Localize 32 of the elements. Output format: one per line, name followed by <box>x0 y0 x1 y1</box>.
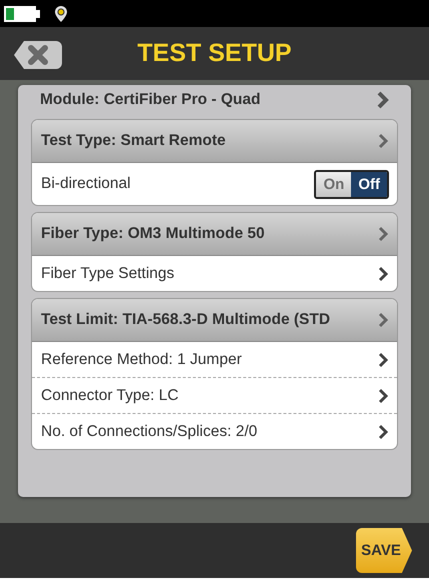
chevron-icon <box>377 388 389 404</box>
setting-row[interactable]: Reference Method: 1 Jumper <box>32 342 397 377</box>
setting-label: No. of Connections/Splices: 2/0 <box>41 422 258 440</box>
chevron-icon <box>377 226 389 242</box>
group-title: Fiber Type: OM3 Multimode 50 <box>41 225 265 243</box>
save-button[interactable]: SAVE <box>356 528 412 573</box>
setting-label: Bi-directional <box>41 175 131 193</box>
group-header[interactable]: Fiber Type: OM3 Multimode 50 <box>32 213 397 256</box>
module-row[interactable]: Module: CertiFiber Pro - Quad <box>31 85 398 115</box>
module-label: Module: CertiFiber Pro - Quad <box>40 91 260 109</box>
setting-row[interactable]: Fiber Type Settings <box>32 256 397 291</box>
group-title: Test Limit: TIA-568.3-D Multimode (STD <box>41 311 330 329</box>
chevron-icon <box>376 90 390 110</box>
location-pin-icon <box>54 4 68 22</box>
battery-icon <box>4 6 40 22</box>
chevron-icon <box>377 352 389 368</box>
setting-label: Reference Method: 1 Jumper <box>41 350 242 368</box>
screen-title: TEST SETUP <box>137 39 292 68</box>
chevron-icon <box>377 312 389 328</box>
setting-label: Fiber Type Settings <box>41 264 174 282</box>
chevron-icon <box>377 133 389 149</box>
group-title: Test Type: Smart Remote <box>41 132 226 150</box>
chevron-icon <box>377 424 389 440</box>
setting-label: Connector Type: LC <box>41 386 179 404</box>
setting-row[interactable]: No. of Connections/Splices: 2/0 <box>32 413 397 449</box>
on-off-switch[interactable]: On Off <box>314 170 389 198</box>
close-icon <box>26 43 50 67</box>
group-header[interactable]: Test Limit: TIA-568.3-D Multimode (STD <box>32 299 397 342</box>
setting-row[interactable]: Connector Type: LC <box>32 377 397 413</box>
group-header[interactable]: Test Type: Smart Remote <box>32 120 397 163</box>
close-button[interactable] <box>14 41 62 69</box>
chevron-icon <box>377 266 389 282</box>
